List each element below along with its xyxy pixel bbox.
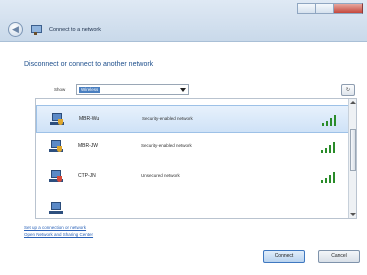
network-row[interactable]: MBR-Wu Security-enabled network [36,105,349,133]
network-icon [29,24,43,36]
scroll-up-icon[interactable] [350,101,356,104]
network-row[interactable]: CTP-JN Unsecured network [36,163,349,191]
network-name: CTP-JN [78,173,96,179]
page-heading: Disconnect or connect to another network [24,61,154,68]
cancel-button[interactable]: Cancel [318,250,360,263]
scroll-thumb[interactable] [350,129,356,171]
minimize-button[interactable] [297,3,315,14]
network-security: Security-enabled network [142,116,193,121]
network-security: Security-enabled network [141,143,192,148]
show-dropdown[interactable]: Wireless [76,84,189,95]
network-row-partial[interactable] [36,195,349,218]
window-controls [297,3,363,14]
show-dropdown-value: Wireless [79,87,101,93]
wireless-network-icon [49,140,63,154]
wireless-network-icon [49,202,63,216]
chevron-down-icon [180,88,186,92]
title-nav: ◀ Connect to a network [8,22,101,37]
scroll-down-icon[interactable] [350,213,356,216]
connect-button[interactable]: Connect [263,250,305,263]
refresh-button[interactable]: ↻ [341,84,355,96]
list-scrollbar[interactable] [348,99,356,218]
signal-strength-icon [320,142,336,153]
network-name: MBR-Wu [79,116,100,122]
network-row[interactable]: MBR-JW Security-enabled network [36,133,349,161]
show-label: Show [54,87,66,92]
signal-strength-icon [321,115,337,126]
maximize-button[interactable] [315,3,333,14]
network-security: Unsecured network [141,173,180,178]
unsecured-network-icon [49,170,63,184]
network-name: MBR-JW [78,143,98,149]
close-button[interactable] [333,3,363,14]
network-list[interactable]: MBR-Wu Security-enabled network MBR-JW S… [35,98,357,219]
back-arrow-icon[interactable]: ◀ [8,22,23,37]
window-title: Connect to a network [49,26,101,33]
signal-strength-icon [320,172,336,183]
dialog-window: ◀ Connect to a network Disconnect or con… [0,0,367,275]
wireless-network-icon [50,113,64,127]
title-bar: ◀ Connect to a network [0,0,367,42]
network-sharing-center-link[interactable]: Open Network and Sharing Center [24,232,93,237]
refresh-icon: ↻ [345,87,351,93]
setup-connection-link[interactable]: Set up a connection or network [24,225,86,230]
